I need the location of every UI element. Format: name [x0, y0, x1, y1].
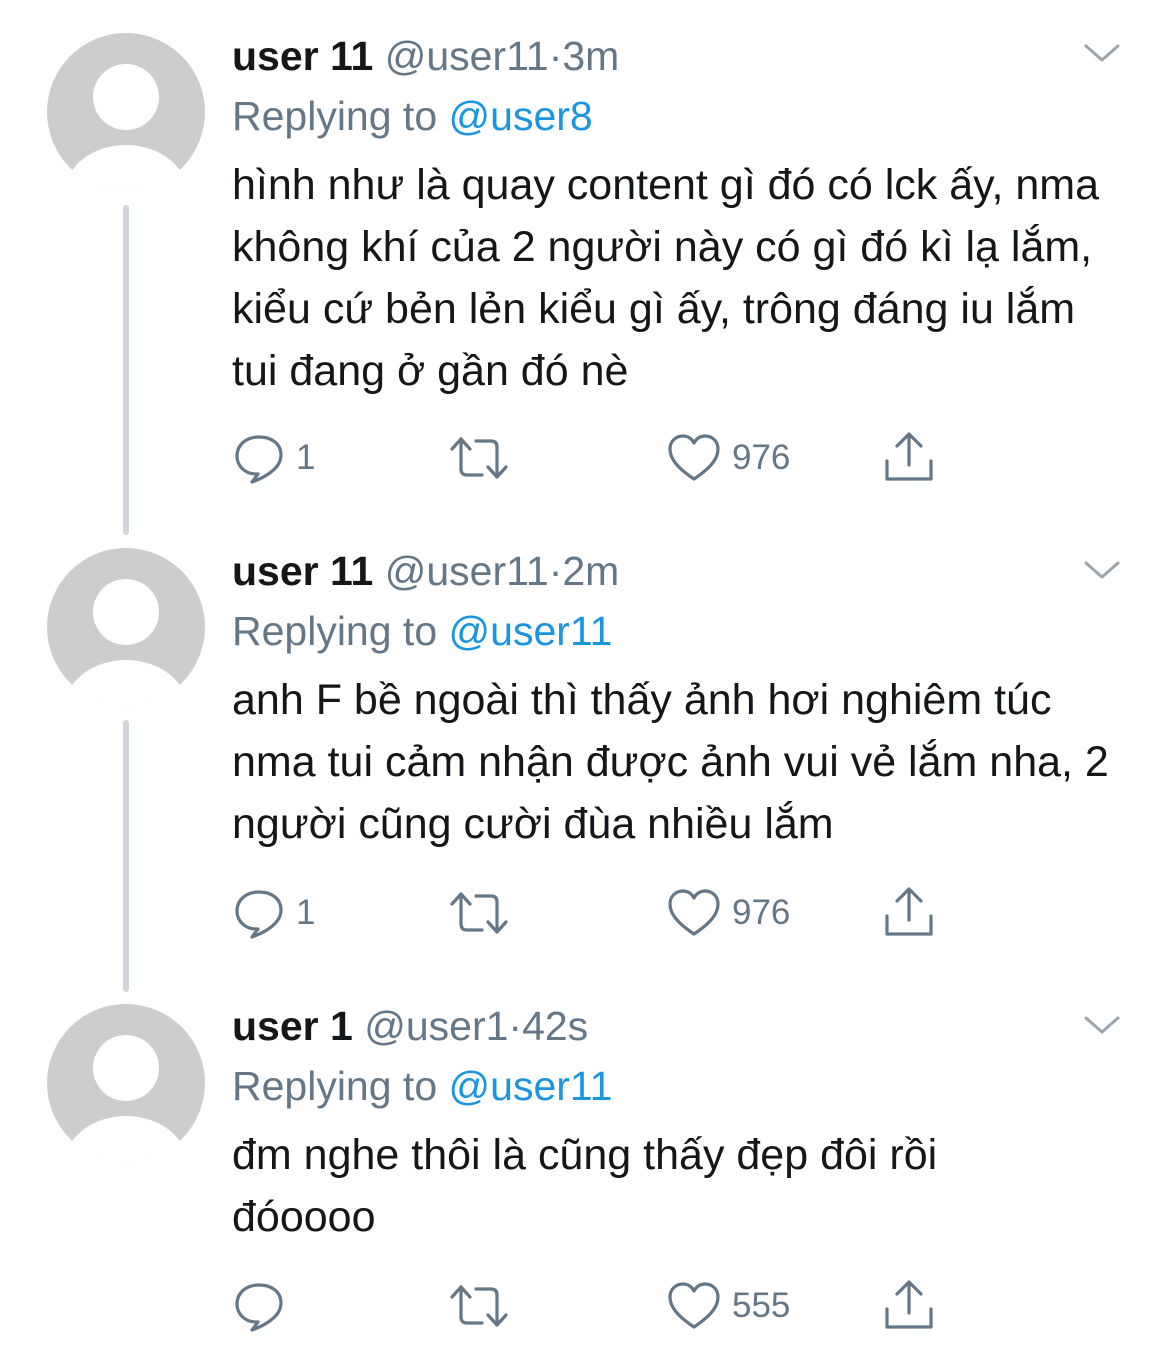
retweet-icon	[450, 437, 508, 479]
avatar[interactable]	[47, 33, 205, 191]
replying-to-label: Replying to	[232, 1063, 438, 1109]
tweet-actions: 1 976	[232, 428, 952, 488]
tweet-text: đm nghe thôi là cũng thấy đẹp đôi rồi đó…	[232, 1131, 938, 1241]
like-icon	[668, 889, 720, 936]
user-handle[interactable]: @user1	[364, 1003, 508, 1049]
thread-line	[123, 720, 129, 992]
like-count: 976	[732, 893, 791, 932]
chevron-down-icon[interactable]	[1082, 38, 1122, 68]
timestamp[interactable]: 3m	[562, 33, 619, 79]
like-button[interactable]: 555	[666, 1276, 790, 1336]
display-name[interactable]: user 11	[232, 548, 373, 594]
default-avatar-icon	[64, 64, 188, 191]
separator-dot: ·	[548, 548, 563, 594]
share-icon	[885, 1280, 933, 1329]
reply-icon	[235, 1283, 283, 1332]
tweet-header: user 11 @user11·3m	[232, 28, 1130, 84]
chevron-down-icon[interactable]	[1082, 1010, 1122, 1040]
reply-count: 1	[296, 893, 316, 932]
retweet-icon	[450, 1285, 508, 1327]
share-icon	[885, 432, 933, 481]
reply-icon	[235, 890, 283, 939]
separator-dot: ·	[548, 33, 563, 79]
retweet-icon	[450, 892, 508, 934]
like-icon	[668, 1282, 720, 1329]
reply-icon	[235, 435, 283, 484]
like-icon	[668, 434, 720, 481]
timestamp[interactable]: 42s	[522, 1003, 588, 1049]
retweet-button[interactable]	[448, 1276, 520, 1336]
timestamp[interactable]: 2m	[562, 548, 619, 594]
default-avatar-icon	[64, 1035, 188, 1162]
replying-to-label: Replying to	[232, 608, 438, 654]
replying-to-handle[interactable]: @user11	[449, 1063, 613, 1109]
like-count: 976	[732, 438, 791, 477]
reply-button[interactable]: 1	[232, 428, 315, 488]
replying-to-line: Replying to @user11	[232, 603, 1130, 659]
like-count: 555	[732, 1286, 791, 1325]
default-avatar-icon	[64, 579, 188, 706]
tweet-header: user 11 @user11·2m	[232, 543, 1130, 599]
replying-to-label: Replying to	[232, 93, 438, 139]
tweet-text: anh F bề ngoài thì thấy ảnh hơi nghiêm t…	[232, 676, 1109, 848]
thread-line	[123, 205, 129, 535]
avatar[interactable]	[47, 548, 205, 706]
share-button[interactable]	[882, 1276, 936, 1336]
display-name[interactable]: user 1	[232, 1003, 353, 1049]
tweet-text: hình như là quay content gì đó có lck ấy…	[232, 161, 1100, 395]
retweet-button[interactable]	[448, 428, 520, 488]
replying-to-handle[interactable]: @user8	[449, 93, 593, 139]
retweet-button[interactable]	[448, 883, 520, 943]
replying-to-line: Replying to @user11	[232, 1058, 1130, 1114]
share-button[interactable]	[882, 883, 936, 943]
replying-to-handle[interactable]: @user11	[449, 608, 613, 654]
tweet-header: user 1 @user1·42s	[232, 998, 1130, 1054]
reply-button[interactable]: 1	[232, 883, 315, 943]
share-icon	[885, 887, 933, 936]
reply-count: 1	[296, 438, 316, 477]
chevron-down-icon[interactable]	[1082, 555, 1122, 585]
replying-to-line: Replying to @user8	[232, 88, 1130, 144]
share-button[interactable]	[882, 428, 936, 488]
like-button[interactable]: 976	[666, 428, 790, 488]
user-handle[interactable]: @user11	[385, 33, 549, 79]
like-button[interactable]: 976	[666, 883, 790, 943]
avatar[interactable]	[47, 1004, 205, 1162]
reply-button[interactable]	[232, 1276, 296, 1336]
tweet-actions: 555	[232, 1276, 952, 1336]
separator-dot: ·	[508, 1003, 523, 1049]
display-name[interactable]: user 11	[232, 33, 373, 79]
tweet-actions: 1 976	[232, 883, 952, 943]
user-handle[interactable]: @user11	[385, 548, 549, 594]
